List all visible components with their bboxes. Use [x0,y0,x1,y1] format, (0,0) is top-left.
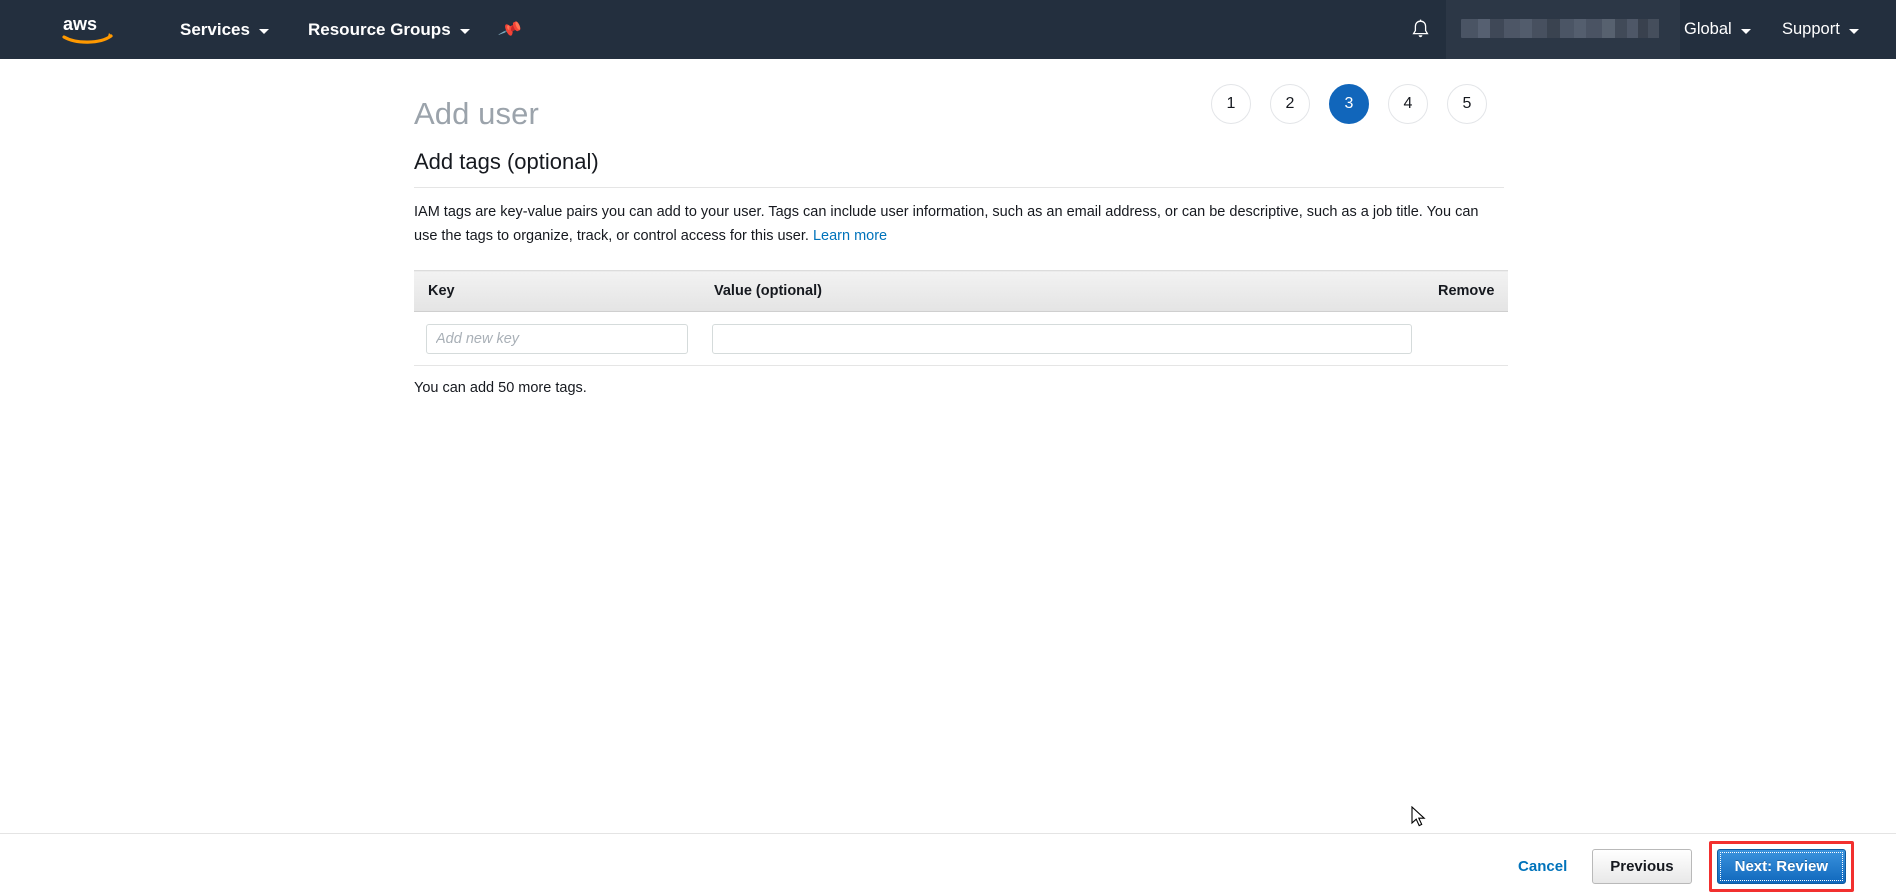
nav-item-resource-groups[interactable]: Resource Groups [304,0,474,59]
aws-logo[interactable]: aws [62,12,114,46]
svg-text:aws: aws [63,14,97,34]
pushpin-icon: 📌 [497,16,524,43]
wizard-step-5[interactable]: 5 [1447,84,1487,124]
cell-remove [1424,311,1509,366]
footer-actions: Cancel Previous Next: Review [1510,841,1854,892]
nav-region-label: Global [1684,20,1732,38]
page-body: Add user 1 2 3 4 5 Add tags (optional) I… [0,59,1896,882]
chevron-down-icon [258,29,269,34]
nav-item-region[interactable]: Global [1680,0,1755,59]
table-row [414,311,1509,366]
nav-resource-groups-label: Resource Groups [308,19,451,39]
nav-item-support[interactable]: Support [1778,0,1863,59]
column-header-key: Key [414,270,700,312]
tags-table-header-row: Key Value (optional) Remove [414,270,1509,312]
previous-button[interactable]: Previous [1592,849,1692,884]
learn-more-link[interactable]: Learn more [813,228,887,244]
wizard-step-1[interactable]: 1 [1211,84,1251,124]
next-review-button[interactable]: Next: Review [1716,849,1846,884]
section-title: Add tags (optional) [414,149,1504,188]
bell-icon [1411,19,1430,40]
nav-services-label: Services [180,19,250,39]
wizard-step-indicator: 1 2 3 4 5 [1211,84,1487,124]
next-review-highlight-box: Next: Review [1708,841,1854,892]
tags-remaining-note: You can add 50 more tags. [414,380,587,396]
chevron-down-icon [1848,29,1859,34]
wizard-step-3-active[interactable]: 3 [1329,84,1369,124]
account-name-blurred[interactable] [1461,19,1669,38]
column-header-remove: Remove [1424,270,1509,312]
main-content: Add tags (optional) IAM tags are key-val… [414,149,1509,396]
tag-value-input[interactable] [712,323,1412,354]
wizard-step-2[interactable]: 2 [1270,84,1310,124]
nav-item-services[interactable]: Services [176,0,273,59]
nav-support-label: Support [1782,20,1840,38]
cell-value [700,311,1424,366]
tags-table: Key Value (optional) Remove [414,270,1509,366]
top-navigation-bar: aws Services Resource Groups 📌 Global Su… [0,0,1896,59]
tag-key-input[interactable] [426,323,688,354]
section-description-text: IAM tags are key-value pairs you can add… [414,204,1479,244]
notifications-button[interactable] [1411,0,1430,59]
column-header-value: Value (optional) [700,270,1424,312]
section-description: IAM tags are key-value pairs you can add… [414,200,1496,248]
cell-key [414,311,700,366]
cancel-button[interactable]: Cancel [1510,852,1575,881]
wizard-step-4[interactable]: 4 [1388,84,1428,124]
chevron-down-icon [1740,29,1751,34]
wizard-footer: Cancel Previous Next: Review [0,833,1896,892]
pushpin-shortcut-button[interactable]: 📌 [497,0,524,59]
page-title: Add user [414,95,539,131]
chevron-down-icon [459,29,470,34]
